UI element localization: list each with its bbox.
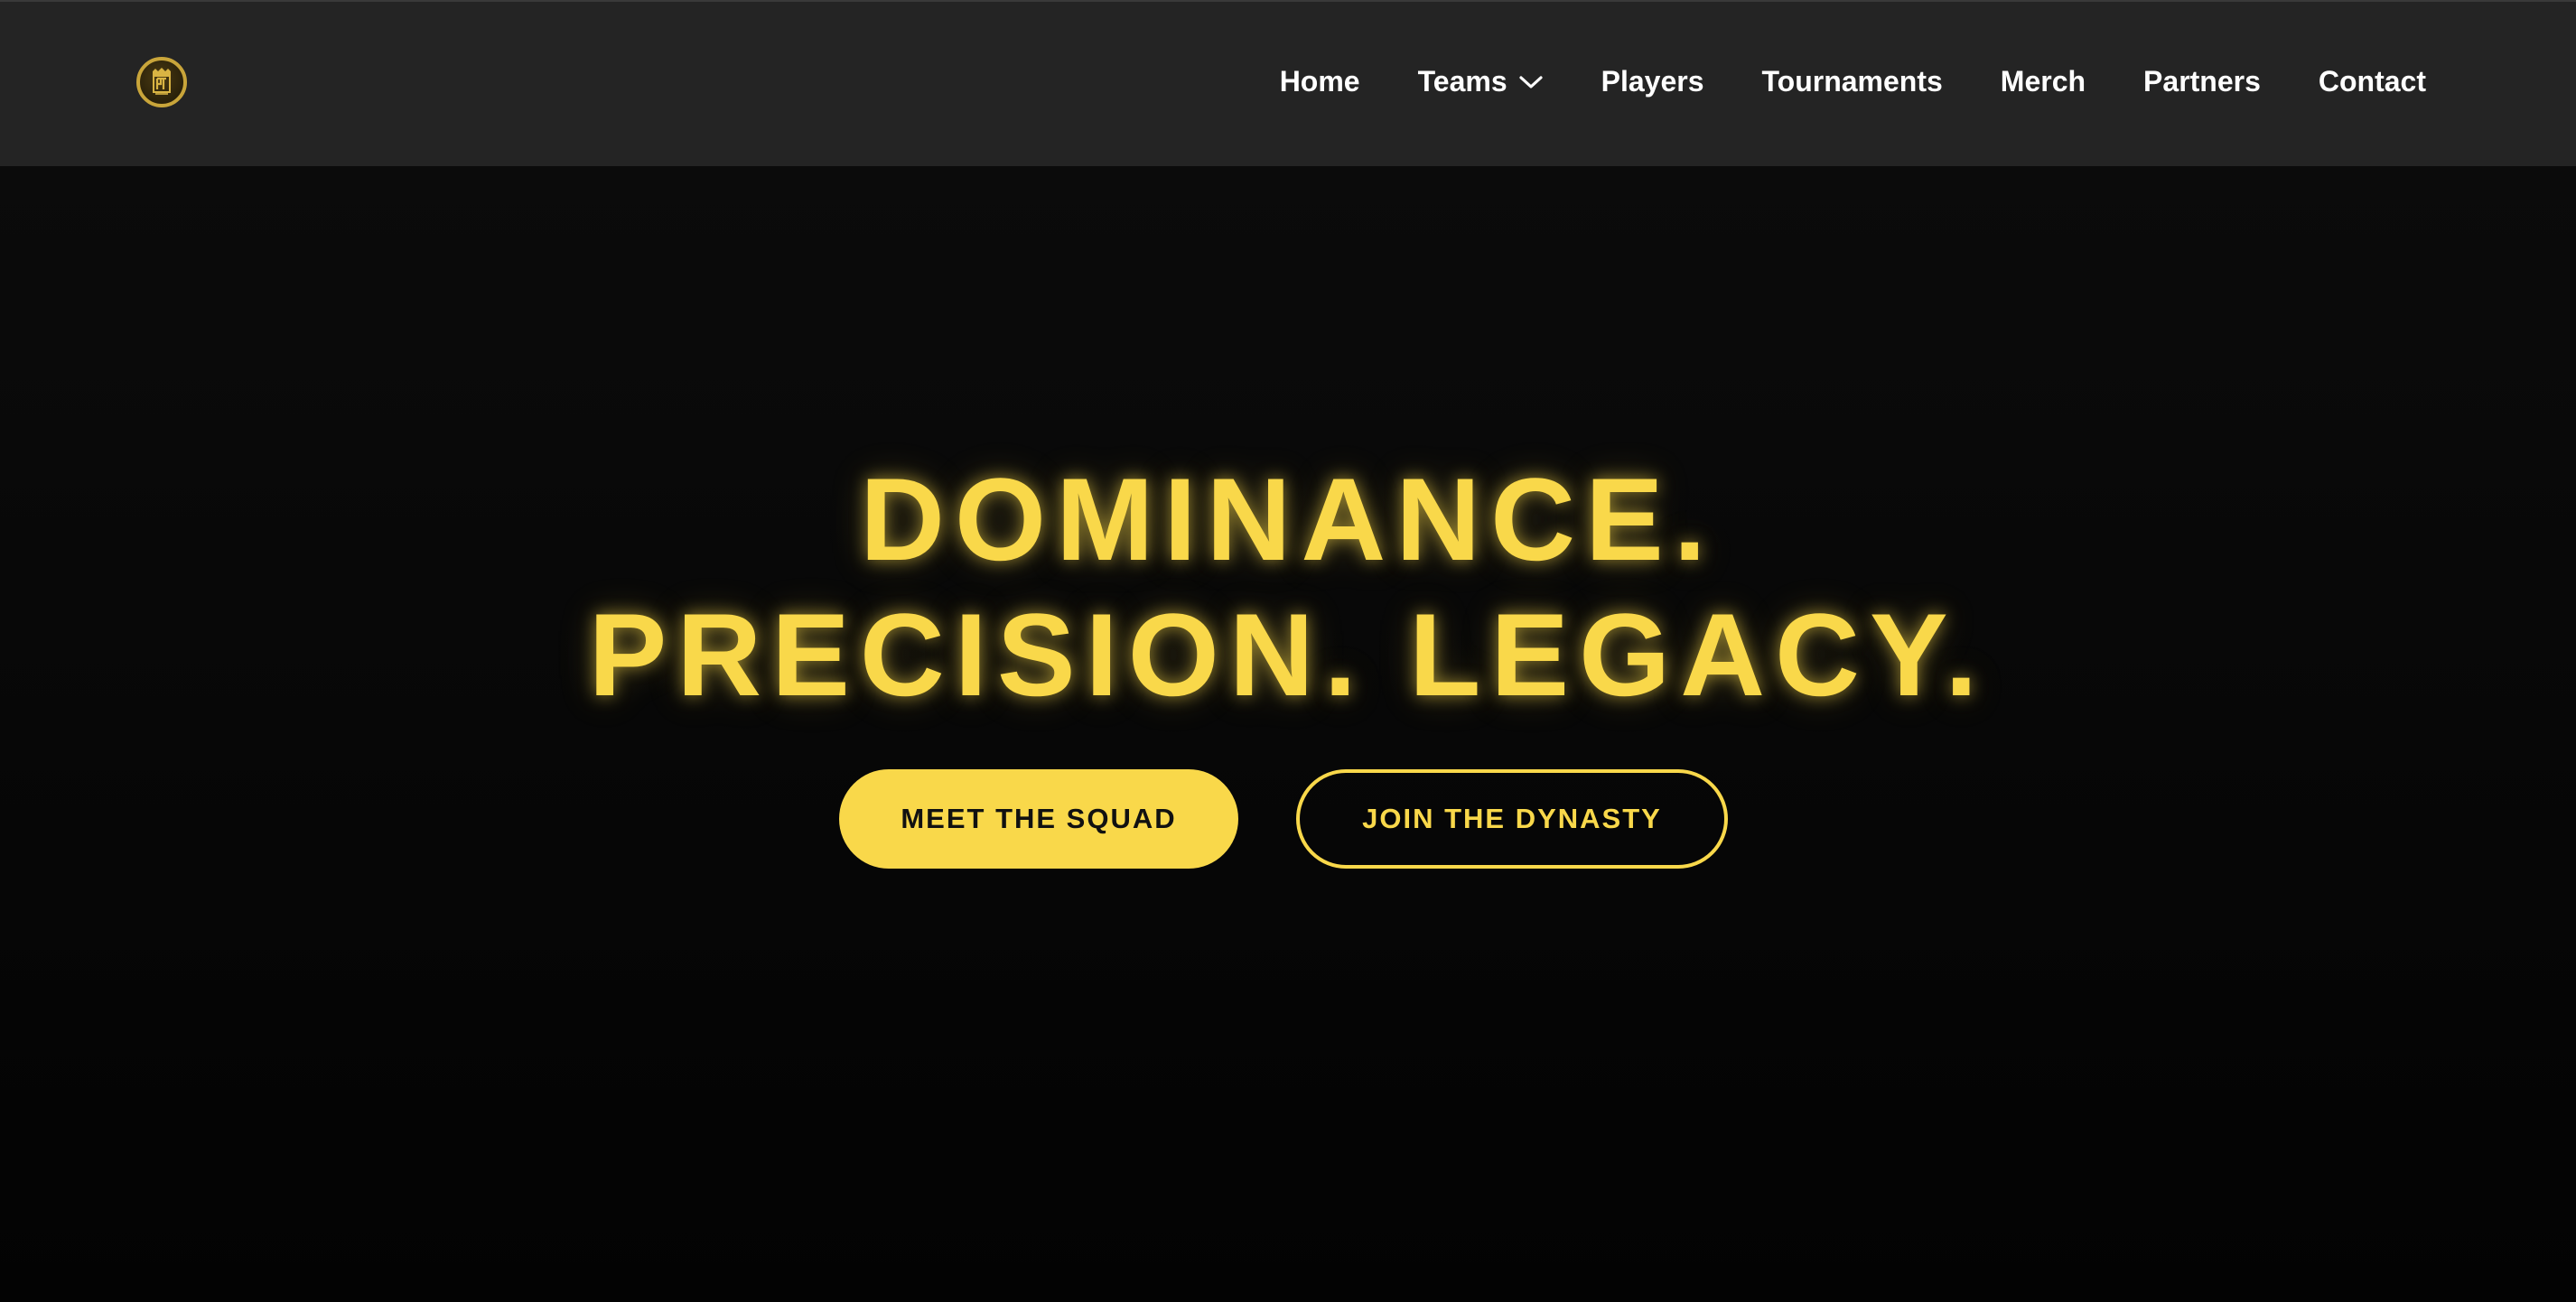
nav-players-label: Players bbox=[1601, 65, 1704, 98]
nav-teams-dropdown[interactable]: Teams bbox=[1418, 65, 1544, 98]
hero-cta-group: MEET THE SQUAD JOIN THE DYNASTY bbox=[0, 769, 2576, 869]
hero-section: DOMINANCE. PRECISION. LEGACY. MEET THE S… bbox=[0, 166, 2576, 1302]
nav-teams-label: Teams bbox=[1417, 65, 1507, 98]
nav-players[interactable]: Players bbox=[1601, 65, 1704, 98]
nav-partners[interactable]: Partners bbox=[2143, 65, 2261, 98]
nav-merch[interactable]: Merch bbox=[2001, 65, 2086, 98]
nav-tournaments-label: Tournaments bbox=[1761, 65, 1943, 98]
nav-merch-label: Merch bbox=[2000, 65, 2086, 98]
nav-contact[interactable]: Contact bbox=[2319, 65, 2426, 98]
headline-line-2: PRECISION. LEGACY. bbox=[588, 589, 1988, 721]
nav-home[interactable]: Home bbox=[1280, 65, 1360, 98]
nav-home-label: Home bbox=[1279, 65, 1360, 98]
crest-logo-icon[interactable] bbox=[136, 57, 187, 107]
nav-tournaments[interactable]: Tournaments bbox=[1761, 65, 1942, 98]
join-the-dynasty-button[interactable]: JOIN THE DYNASTY bbox=[1296, 769, 1728, 869]
nav-partners-label: Partners bbox=[2143, 65, 2261, 98]
nav-contact-label: Contact bbox=[2318, 65, 2426, 98]
main-nav: Home Teams Players Tournaments Merch Par… bbox=[1280, 65, 2426, 98]
navbar: Home Teams Players Tournaments Merch Par… bbox=[0, 2, 2576, 166]
headline-line-1: DOMINANCE. bbox=[860, 453, 1716, 585]
chevron-down-icon bbox=[1519, 75, 1543, 88]
hero-headline: DOMINANCE. PRECISION. LEGACY. bbox=[0, 451, 2576, 722]
meet-the-squad-button[interactable]: MEET THE SQUAD bbox=[839, 769, 1238, 869]
